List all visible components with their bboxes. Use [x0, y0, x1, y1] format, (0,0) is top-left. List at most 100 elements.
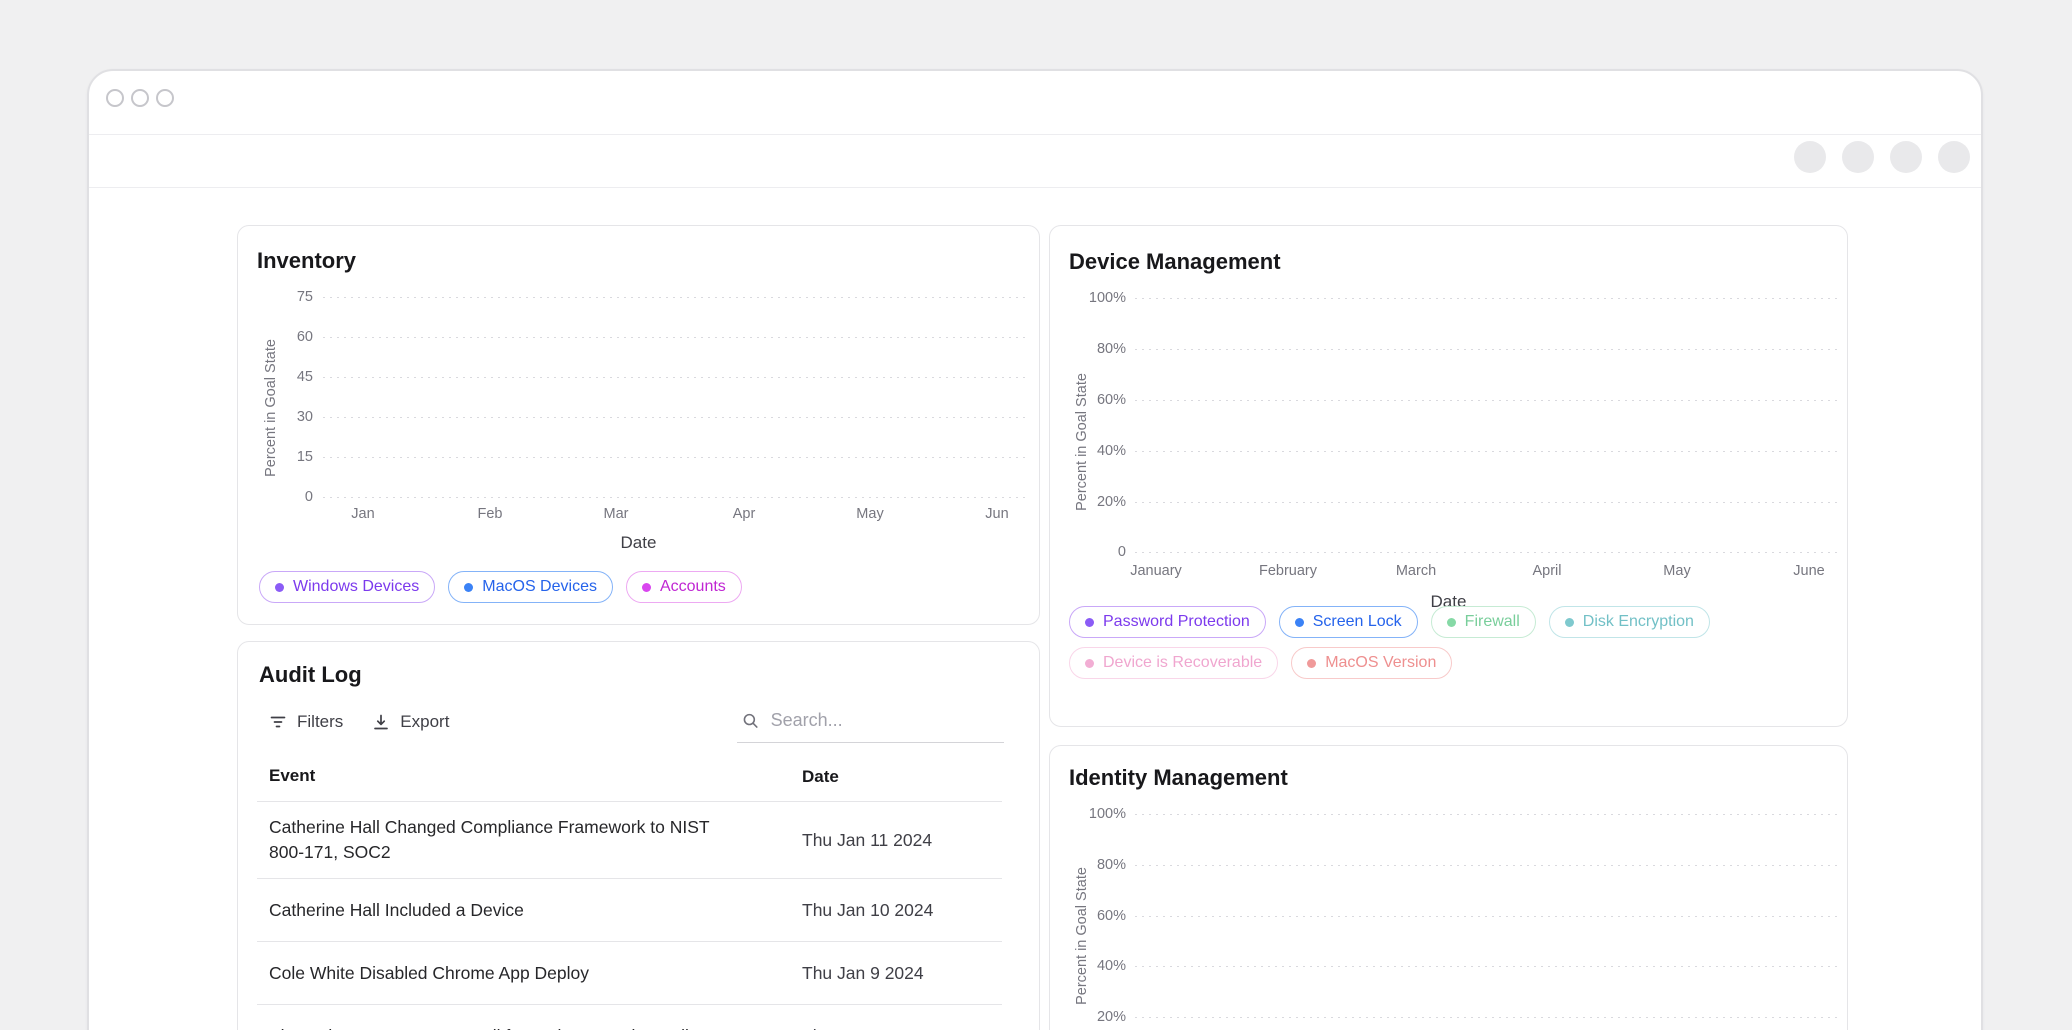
- window-control-icon[interactable]: [131, 89, 149, 107]
- gridline: [1135, 349, 1841, 350]
- search-box: [737, 699, 1004, 743]
- x-tick: Mar: [604, 506, 629, 522]
- y-tick: 75: [257, 289, 313, 305]
- x-tick: January: [1130, 563, 1182, 579]
- gridline: [1135, 298, 1841, 299]
- window-control-icon[interactable]: [156, 89, 174, 107]
- y-tick: 0: [257, 489, 313, 505]
- y-tick: 15: [257, 449, 313, 465]
- download-icon: [371, 712, 391, 732]
- y-tick: 80%: [1070, 857, 1126, 873]
- gridline: [323, 417, 1029, 418]
- filter-lines-icon: [268, 712, 288, 732]
- column-header-date: Date: [802, 767, 1002, 787]
- toolbar-placeholder-button: [1890, 141, 1922, 173]
- y-tick: 45: [257, 369, 313, 385]
- event-cell: Catherine Hall Changed Compliance Framew…: [257, 815, 802, 865]
- event-cell: Cole White Disabled Chrome App Deploy: [257, 961, 802, 986]
- device-management-card: Device Management Percent in Goal State …: [1049, 225, 1848, 727]
- gridline: [323, 377, 1029, 378]
- table-header-row: Event Date: [257, 752, 1002, 802]
- legend-chip-label: Disk Encryption: [1583, 613, 1694, 631]
- legend-chip-device-is-recoverable[interactable]: Device is Recoverable: [1069, 647, 1278, 679]
- device-management-legend-row-2: Device is Recoverable MacOS Version: [1069, 647, 1452, 679]
- legend-chip-label: Windows Devices: [293, 578, 419, 596]
- legend-dot-icon: [275, 583, 284, 592]
- filters-button[interactable]: Filters: [268, 712, 343, 732]
- x-tick: Jan: [351, 506, 374, 522]
- gridline: [1135, 552, 1841, 553]
- legend-chip-firewall[interactable]: Firewall: [1431, 606, 1536, 638]
- y-tick: 100%: [1070, 806, 1126, 822]
- date-cell: Thu Jan 11 2024: [802, 830, 1002, 851]
- table-row: Catherine Hall Included a Device Thu Jan…: [257, 879, 1002, 942]
- event-cell: Catherine Hall Included a Device: [257, 898, 802, 923]
- legend-chip-label: Password Protection: [1103, 613, 1250, 631]
- legend-dot-icon: [464, 583, 473, 592]
- toolbar-placeholder-button: [1794, 141, 1826, 173]
- x-tick: May: [856, 506, 883, 522]
- y-tick: 40%: [1070, 958, 1126, 974]
- identity-management-card: Identity Management Percent in Goal Stat…: [1049, 745, 1848, 1030]
- legend-chip-label: MacOS Version: [1325, 654, 1436, 672]
- legend-dot-icon: [1447, 618, 1456, 627]
- identity-management-card-title: Identity Management: [1069, 765, 1288, 791]
- audit-log-card: Audit Log Filters Export: [237, 641, 1040, 1030]
- y-tick: 80%: [1070, 341, 1126, 357]
- inventory-legend: Windows Devices MacOS Devices Accounts: [259, 571, 742, 603]
- x-tick: Feb: [478, 506, 503, 522]
- inventory-card-title: Inventory: [257, 248, 356, 274]
- date-cell: Thu Jan 8 2024: [802, 1026, 1002, 1030]
- y-tick: 100%: [1070, 290, 1126, 306]
- x-tick: March: [1396, 563, 1436, 579]
- legend-dot-icon: [1085, 659, 1094, 668]
- legend-dot-icon: [1295, 618, 1304, 627]
- audit-log-controls: Filters Export: [268, 697, 449, 747]
- table-row: Alexander Powers Sent Email for Task: Up…: [257, 1005, 1002, 1030]
- legend-dot-icon: [1307, 659, 1316, 668]
- legend-chip-macos-version[interactable]: MacOS Version: [1291, 647, 1452, 679]
- window-titlebar: [89, 71, 1981, 135]
- gridline: [1135, 1017, 1841, 1018]
- gridline: [1135, 400, 1841, 401]
- y-tick: 40%: [1070, 443, 1126, 459]
- gridline: [1135, 865, 1841, 866]
- x-tick: Apr: [733, 506, 756, 522]
- export-button[interactable]: Export: [371, 712, 449, 732]
- legend-chip-password-protection[interactable]: Password Protection: [1069, 606, 1266, 638]
- legend-chip-label: Accounts: [660, 578, 726, 596]
- date-cell: Thu Jan 9 2024: [802, 963, 1002, 984]
- legend-chip-accounts[interactable]: Accounts: [626, 571, 742, 603]
- device-management-legend-row-1: Password Protection Screen Lock Firewall…: [1069, 606, 1710, 638]
- toolbar-placeholder-button: [1938, 141, 1970, 173]
- audit-log-table: Event Date Catherine Hall Changed Compli…: [257, 752, 1002, 1030]
- legend-dot-icon: [1085, 618, 1094, 627]
- gridline: [323, 337, 1029, 338]
- y-tick: 20%: [1070, 1009, 1126, 1025]
- search-input[interactable]: [771, 710, 1000, 731]
- legend-chip-label: Device is Recoverable: [1103, 654, 1262, 672]
- search-icon: [741, 710, 760, 731]
- window-toolbar: [89, 135, 1981, 188]
- legend-chip-screen-lock[interactable]: Screen Lock: [1279, 606, 1418, 638]
- legend-dot-icon: [642, 583, 651, 592]
- legend-chip-label: Screen Lock: [1313, 613, 1402, 631]
- x-tick: Jun: [985, 506, 1008, 522]
- x-tick: April: [1532, 563, 1561, 579]
- window-control-icon[interactable]: [106, 89, 124, 107]
- inventory-x-axis-label: Date: [238, 533, 1039, 553]
- legend-chip-macos-devices[interactable]: MacOS Devices: [448, 571, 613, 603]
- date-cell: Thu Jan 10 2024: [802, 900, 1002, 921]
- identity-management-y-axis-label: Percent in Goal State: [1074, 867, 1090, 1005]
- y-tick: 20%: [1070, 494, 1126, 510]
- app-window: Inventory Percent in Goal State 75 60 45…: [87, 69, 1983, 1030]
- audit-log-card-title: Audit Log: [259, 662, 362, 688]
- legend-chip-windows-devices[interactable]: Windows Devices: [259, 571, 435, 603]
- toolbar-placeholder-button: [1842, 141, 1874, 173]
- gridline: [1135, 916, 1841, 917]
- table-row: Cole White Disabled Chrome App Deploy Th…: [257, 942, 1002, 1005]
- legend-chip-disk-encryption[interactable]: Disk Encryption: [1549, 606, 1710, 638]
- legend-dot-icon: [1565, 618, 1574, 627]
- x-tick: May: [1663, 563, 1690, 579]
- gridline: [1135, 502, 1841, 503]
